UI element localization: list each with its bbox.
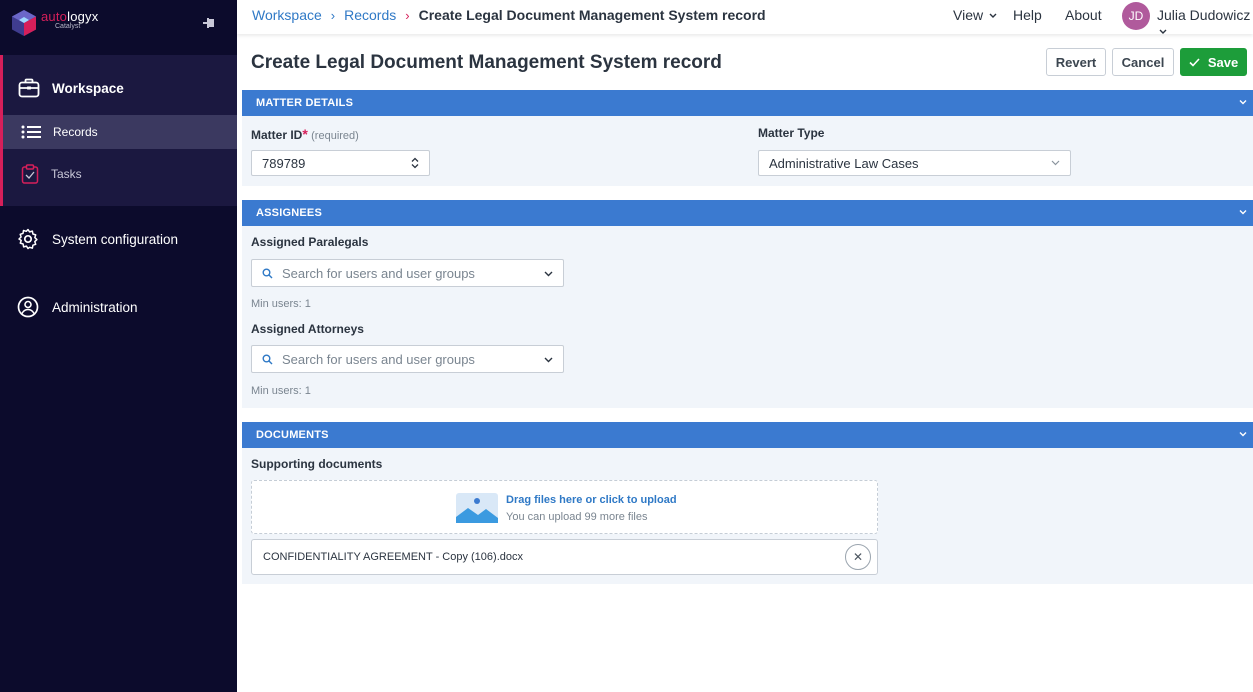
section-title: ASSIGNEES [256,207,322,219]
image-upload-icon [456,493,498,523]
file-name: CONFIDENTIALITY AGREEMENT - Copy (106).d… [263,551,523,563]
matter-id-label: Matter ID* (required) [251,126,359,142]
section-header-documents[interactable]: DOCUMENTS [242,422,1253,448]
gear-icon [18,228,38,250]
upload-limit-text: You can upload 99 more files [506,511,648,523]
sidebar-item-label: System configuration [52,231,179,247]
section-title: MATTER DETAILS [256,97,354,109]
section-title: DOCUMENTS [256,429,329,441]
paralegals-min-users: Min users: 1 [251,298,311,310]
paralegals-placeholder: Search for users and user groups [282,265,475,281]
file-upload-dropzone[interactable]: Drag files here or click to upload You c… [251,480,878,534]
matter-type-label: Matter Type [758,126,825,140]
sidebar-item-workspace[interactable]: Workspace [3,55,237,121]
view-menu-label: View [953,7,984,23]
sidebar-item-records[interactable]: Records [3,115,237,149]
paralegals-search-input[interactable]: Search for users and user groups [251,259,564,287]
breadcrumb-current: Create Legal Document Management System … [418,7,766,23]
chevron-down-icon [544,357,553,363]
clipboard-icon [21,164,39,184]
chevron-down-icon [989,13,997,19]
breadcrumb-workspace[interactable]: Workspace [252,7,322,23]
close-icon: ✕ [852,550,864,564]
brand-logo[interactable]: autologyx Catalyst [11,9,98,37]
matter-type-value: Administrative Law Cases [769,155,919,171]
check-icon [1189,57,1200,67]
stepper-icon[interactable] [411,157,419,169]
chevron-down-icon [1239,210,1247,215]
chevron-down-icon [1239,100,1247,105]
page-title: Create Legal Document Management System … [251,52,722,73]
section-header-matter-details[interactable]: MATTER DETAILS [242,90,1253,116]
uploaded-file-item: CONFIDENTIALITY AGREEMENT - Copy (106).d… [251,539,878,575]
matter-id-value: 789789 [262,155,306,171]
assignees-body [242,226,1253,408]
help-link[interactable]: Help [1013,7,1042,23]
sidebar-item-administration[interactable]: Administration [0,287,237,327]
attorneys-search-input[interactable]: Search for users and user groups [251,345,564,373]
sidebar-item-label: Administration [52,299,138,315]
save-button[interactable]: Save [1180,48,1247,76]
about-link[interactable]: About [1065,7,1102,23]
chevron-right-icon: › [330,7,336,23]
logo-mark-icon [12,10,36,36]
attorneys-min-users: Min users: 1 [251,385,311,397]
upload-instruction[interactable]: Drag files here or click to upload [506,494,677,506]
user-menu[interactable]: Julia Dudowicz [1157,7,1253,39]
list-icon [21,125,41,139]
sidebar-item-label: Tasks [51,167,82,181]
chevron-down-icon [1239,432,1247,437]
sidebar-item-label: Records [53,125,98,139]
user-settings-icon [17,296,39,318]
search-icon [262,268,273,278]
matter-id-input[interactable]: 789789 [251,150,430,176]
sidebar-item-system-configuration[interactable]: System configuration [0,219,237,259]
revert-button[interactable]: Revert [1046,48,1106,76]
cancel-button[interactable]: Cancel [1112,48,1174,76]
attorneys-placeholder: Search for users and user groups [282,351,475,367]
required-hint: (required) [311,130,359,142]
sidebar: autologyx Catalyst Workspace Records Tas… [0,0,237,692]
breadcrumb: Workspace › Records › Create Legal Docum… [252,7,766,23]
brand-name: autologyx [41,9,99,24]
top-bar: Workspace › Records › Create Legal Docum… [237,0,1253,35]
workspace-nav-group: Workspace Records Tasks [0,55,237,206]
paralegals-label: Assigned Paralegals [251,235,369,249]
supporting-documents-label: Supporting documents [251,457,383,471]
attorneys-label: Assigned Attorneys [251,322,364,336]
avatar[interactable]: JD [1122,2,1150,30]
sidebar-item-tasks[interactable]: Tasks [3,157,237,191]
brand-subtitle: Catalyst [55,23,81,30]
chevron-down-icon [1159,29,1167,35]
view-menu[interactable]: View [953,7,997,23]
chevron-down-icon [544,271,553,277]
required-mark: * [302,126,308,142]
breadcrumb-records[interactable]: Records [344,7,396,23]
briefcase-icon [18,78,40,98]
chevron-right-icon: › [405,7,410,23]
user-name: Julia Dudowicz [1157,7,1251,23]
sidebar-item-label: Workspace [52,80,124,96]
remove-file-button[interactable]: ✕ [845,544,871,570]
matter-type-select[interactable]: Administrative Law Cases [758,150,1071,176]
save-button-label: Save [1207,54,1239,70]
section-header-assignees[interactable]: ASSIGNEES [242,200,1253,226]
search-icon [262,354,273,364]
chevron-down-icon [1051,160,1060,166]
pin-icon[interactable] [203,16,217,30]
